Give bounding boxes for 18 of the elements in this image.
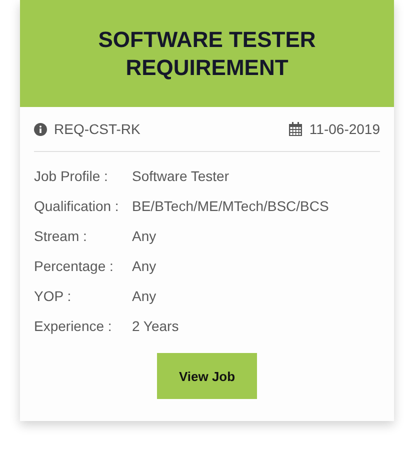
detail-value: BE/BTech/ME/MTech/BSC/BCS xyxy=(132,198,329,214)
detail-label: Stream : xyxy=(34,228,88,244)
info-icon xyxy=(34,122,47,136)
detail-value: Any xyxy=(132,258,156,274)
calendar-icon xyxy=(289,122,302,136)
reference-code: REQ-CST-RK xyxy=(54,121,140,137)
detail-label: Job Profile : xyxy=(34,168,109,184)
detail-label: Percentage : xyxy=(34,258,114,274)
posted-date: 11-06-2019 xyxy=(309,121,380,137)
detail-value: 2 Years xyxy=(132,318,179,334)
detail-label: YOP : xyxy=(34,288,72,304)
view-job-button[interactable]: View Job xyxy=(157,353,257,399)
detail-value: Any xyxy=(132,228,156,244)
detail-label: Qualification : xyxy=(34,198,120,214)
detail-value: Any xyxy=(132,288,156,304)
card-title: SOFTWARE TESTER REQUIREMENT xyxy=(97,26,317,82)
detail-value: Software Tester xyxy=(132,168,230,184)
detail-label: Experience : xyxy=(34,318,113,334)
